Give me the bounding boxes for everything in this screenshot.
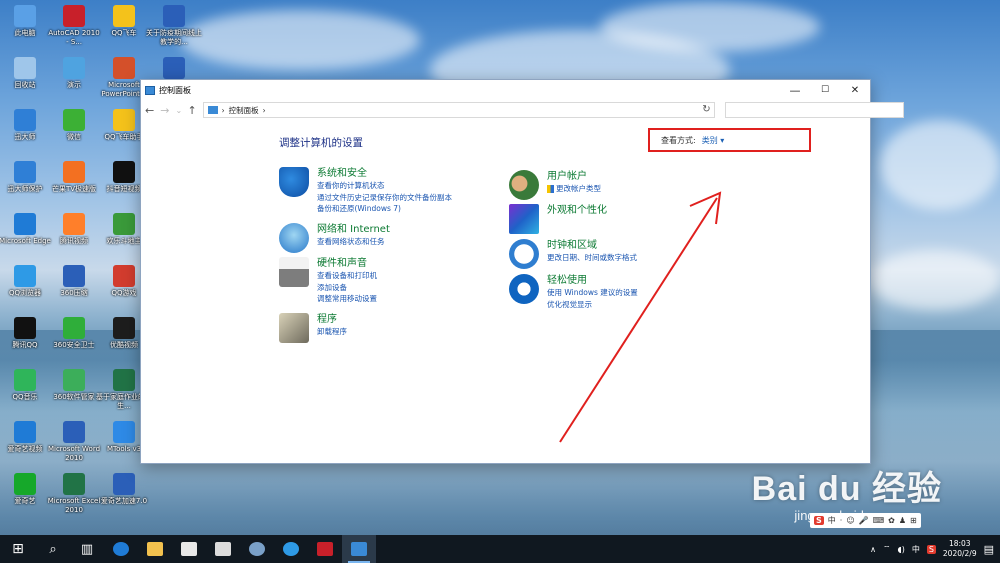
tool-icon[interactable]: ♟ <box>899 516 906 525</box>
tray-chevron-icon[interactable]: ∧ <box>870 545 876 554</box>
system-tray: ∧ ⌔ ◖) 中 S 18:03 2020/2/9 ▤ <box>870 535 1000 563</box>
sogou-logo: S <box>814 516 824 525</box>
emoji-icon[interactable]: ☺ <box>846 516 854 525</box>
ime-toolbar[interactable]: S 中 · ☺ 🎤 ⌨ ✿ ♟ ⊞ <box>810 513 921 528</box>
ime-item[interactable]: · <box>840 516 843 525</box>
edge-taskbar-icon[interactable] <box>104 535 138 563</box>
ime-indicator[interactable]: 中 <box>912 544 920 555</box>
clock-time: 18:03 <box>948 539 971 548</box>
volume-tray-icon[interactable]: ◖) <box>897 545 904 554</box>
network-tray-icon[interactable]: ⌔ <box>883 544 891 554</box>
start-button[interactable]: ⊞ <box>0 535 36 563</box>
notification-icon[interactable]: ▤ <box>984 543 994 556</box>
browser-taskbar-icon[interactable] <box>240 535 274 563</box>
watermark-main: Bai du 经验 <box>751 470 942 508</box>
clock[interactable]: 18:03 2020/2/9 <box>943 539 977 559</box>
grid-icon[interactable]: ⊞ <box>910 516 917 525</box>
file-explorer-taskbar-icon[interactable] <box>138 535 172 563</box>
keyboard-icon[interactable]: ⌨ <box>873 516 885 525</box>
taskbar: ⊞ ⌕ ▥ ∧ ⌔ ◖) 中 S 18:03 2020/2/9 ▤ <box>0 535 1000 563</box>
sogou-tray-icon[interactable]: S <box>926 544 936 554</box>
mic-icon[interactable]: 🎤 <box>859 516 869 525</box>
control-panel-taskbar-icon[interactable] <box>342 535 376 563</box>
clock-date: 2020/2/9 <box>942 549 977 558</box>
qq-browser-taskbar-icon[interactable] <box>274 535 308 563</box>
ime-item[interactable]: 中 <box>828 515 836 526</box>
skin-icon[interactable]: ✿ <box>888 516 895 525</box>
store-taskbar-icon[interactable] <box>172 535 206 563</box>
search-button[interactable]: ⌕ <box>36 535 70 563</box>
task-view-button[interactable]: ▥ <box>70 535 104 563</box>
mail-taskbar-icon[interactable] <box>206 535 240 563</box>
app-taskbar-icon[interactable] <box>308 535 342 563</box>
